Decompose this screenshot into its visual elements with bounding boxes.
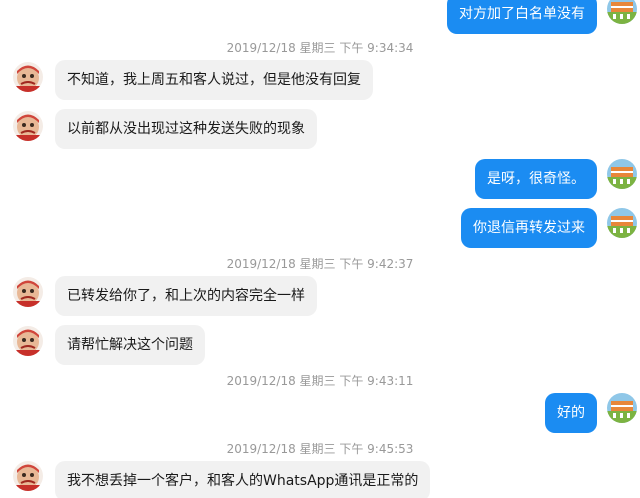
outgoing-avatar[interactable]: [607, 208, 637, 238]
incoming-message-bubble[interactable]: 以前都从没出现过这种发送失败的现象: [55, 109, 317, 149]
cartoon-face-avatar-icon: [13, 326, 43, 356]
landscape-avatar-icon: [607, 159, 637, 189]
outgoing-message-bubble[interactable]: 对方加了白名单没有: [447, 0, 597, 34]
landscape-avatar-icon: [607, 208, 637, 238]
cartoon-face-avatar-icon: [13, 277, 43, 307]
incoming-message-bubble[interactable]: 已转发给你了，和上次的内容完全一样: [55, 276, 317, 316]
cartoon-face-avatar-icon: [13, 62, 43, 92]
incoming-avatar[interactable]: [13, 111, 43, 141]
cartoon-face-avatar-icon: [13, 111, 43, 141]
outgoing-message-bubble[interactable]: 你退信再转发过来: [461, 208, 597, 248]
outgoing-message-bubble[interactable]: 是呀，很奇怪。: [475, 159, 597, 199]
incoming-avatar[interactable]: [13, 62, 43, 92]
incoming-avatar[interactable]: [13, 326, 43, 356]
message-timestamp: 2019/12/18 星期三 下午 9:43:11: [226, 374, 414, 388]
landscape-avatar-icon: [607, 393, 637, 423]
incoming-message-bubble[interactable]: 请帮忙解决这个问题: [55, 325, 205, 365]
landscape-avatar-icon: [607, 0, 637, 24]
outgoing-avatar[interactable]: [607, 0, 637, 24]
cartoon-face-avatar-icon: [13, 461, 43, 491]
chat-window: 对方加了白名单没有 2019/12/18 星期三 下午 9:34:34 不知道，…: [0, 0, 640, 498]
outgoing-avatar[interactable]: [607, 393, 637, 423]
message-timestamp: 2019/12/18 星期三 下午 9:42:37: [226, 257, 414, 271]
outgoing-avatar[interactable]: [607, 159, 637, 189]
incoming-avatar[interactable]: [13, 461, 43, 491]
incoming-message-bubble[interactable]: 我不想丢掉一个客户，和客人的WhatsApp通讯是正常的: [55, 461, 431, 498]
message-timestamp: 2019/12/18 星期三 下午 9:45:53: [226, 442, 414, 456]
outgoing-message-bubble[interactable]: 好的: [545, 393, 597, 433]
message-timestamp: 2019/12/18 星期三 下午 9:34:34: [226, 41, 414, 55]
incoming-message-bubble[interactable]: 不知道，我上周五和客人说过，但是他没有回复: [55, 60, 373, 100]
incoming-avatar[interactable]: [13, 277, 43, 307]
